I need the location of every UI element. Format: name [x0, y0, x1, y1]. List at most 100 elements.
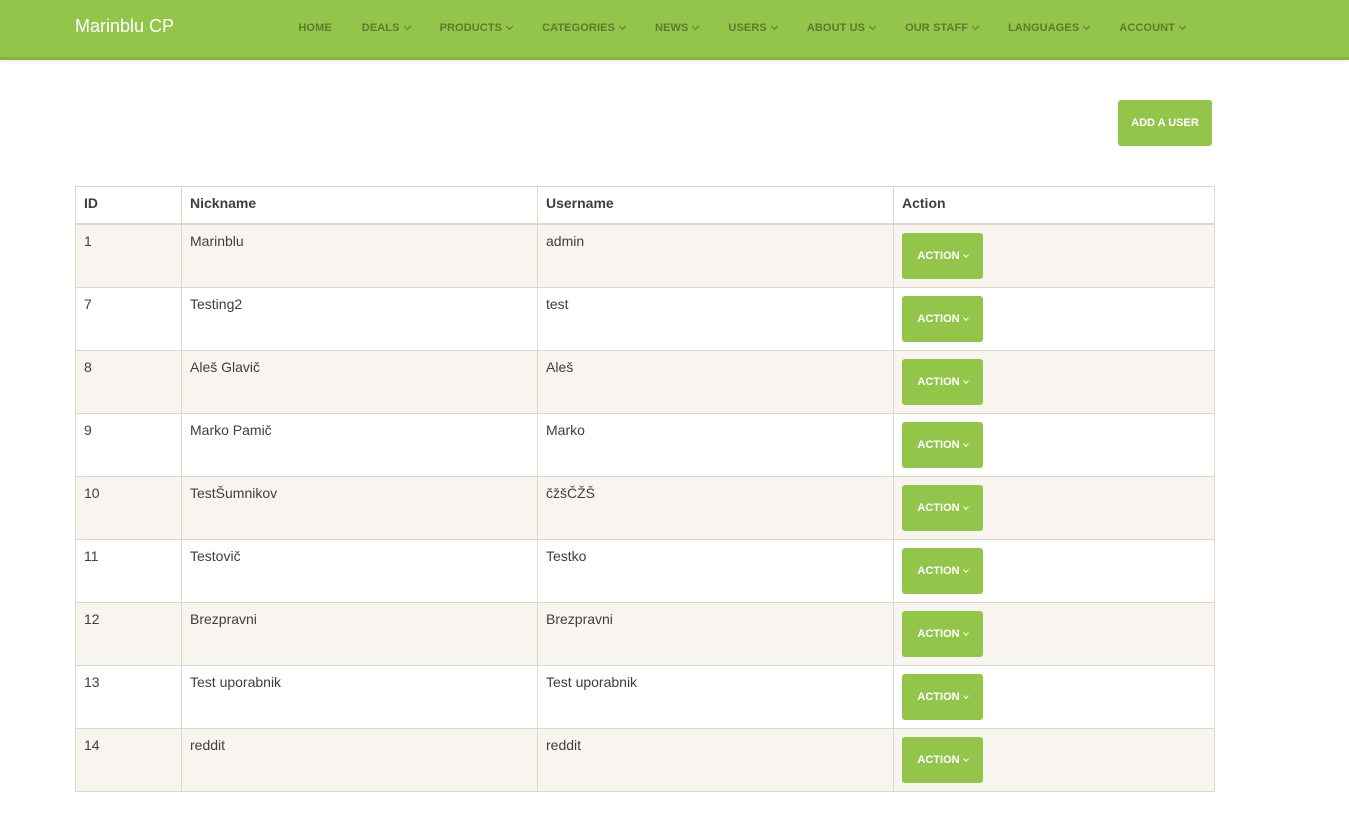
chevron-down-icon — [403, 22, 411, 31]
table-row: 8 Aleš Glavič Aleš ACTION — [75, 350, 1215, 414]
cell-action: ACTION — [893, 287, 1215, 351]
cell-id: 7 — [75, 287, 182, 351]
add-user-button[interactable]: ADD A USER — [1118, 100, 1212, 146]
chevron-down-icon — [962, 629, 969, 636]
nav-item-label: CATEGORIES — [542, 22, 616, 34]
action-dropdown-button[interactable]: ACTION — [902, 422, 983, 468]
action-dropdown-button[interactable]: ACTION — [902, 296, 983, 342]
chevron-down-icon — [962, 755, 969, 762]
nav-item-home[interactable]: HOME — [283, 0, 346, 57]
chevron-down-icon — [770, 22, 778, 31]
action-label: ACTION — [917, 691, 960, 703]
table-row: 1 Marinblu admin ACTION — [75, 223, 1215, 288]
nav-item-languages[interactable]: LANGUAGES — [993, 0, 1104, 57]
nav-item-label: OUR STAFF — [905, 22, 969, 34]
cell-action: ACTION — [893, 728, 1215, 792]
nav-item-about-us[interactable]: ABOUT US — [792, 0, 890, 57]
cell-action: ACTION — [893, 413, 1215, 477]
cell-id: 10 — [75, 476, 182, 540]
chevron-down-icon — [962, 314, 969, 321]
cell-nickname: Brezpravni — [181, 602, 538, 666]
nav-item-label: ABOUT US — [806, 22, 866, 34]
table-row: 14 reddit reddit ACTION — [75, 728, 1215, 792]
cell-nickname: reddit — [181, 728, 538, 792]
action-dropdown-button[interactable]: ACTION — [902, 674, 983, 720]
cell-action: ACTION — [893, 350, 1215, 414]
cell-username: Marko — [537, 413, 894, 477]
cell-id: 9 — [75, 413, 182, 477]
cell-username: Aleš — [537, 350, 894, 414]
action-label: ACTION — [917, 250, 960, 262]
action-dropdown-button[interactable]: ACTION — [902, 485, 983, 531]
cell-username: Test uporabnik — [537, 665, 894, 729]
action-label: ACTION — [917, 313, 960, 325]
nav-item-label: DEALS — [361, 22, 400, 34]
nav-item-categories[interactable]: CATEGORIES — [527, 0, 640, 57]
cell-nickname: TestŠumnikov — [181, 476, 538, 540]
header-id: ID — [75, 186, 182, 225]
cell-nickname: Marinblu — [181, 223, 538, 288]
action-label: ACTION — [917, 502, 960, 514]
cell-id: 11 — [75, 539, 182, 603]
chevron-down-icon — [962, 251, 969, 258]
chevron-down-icon — [869, 22, 877, 31]
cell-username: čžšČŽŠ — [537, 476, 894, 540]
nav-item-our-staff[interactable]: OUR STAFF — [890, 0, 993, 57]
cell-id: 14 — [75, 728, 182, 792]
nav-item-deals[interactable]: DEALS — [347, 0, 425, 57]
chevron-down-icon — [962, 377, 969, 384]
chevron-down-icon — [962, 566, 969, 573]
action-label: ACTION — [917, 376, 960, 388]
cell-username: Testko — [537, 539, 894, 603]
action-dropdown-button[interactable]: ACTION — [902, 611, 983, 657]
main-nav: HOME DEALS PRODUCTS CATEGORIES NEWS USERS ABOU… — [283, 0, 1200, 57]
action-label: ACTION — [917, 754, 960, 766]
action-label: ACTION — [917, 628, 960, 640]
brand-logo[interactable]: Marinblu CP — [75, 15, 174, 37]
table-row: 10 TestŠumnikov čžšČŽŠ ACTION — [75, 476, 1215, 540]
users-table: ID Nickname Username Action 1 Marinblu adm… — [75, 186, 1215, 792]
top-navbar: Marinblu CP HOME DEALS PRODUCTS CATEGORIES N… — [0, 0, 1349, 60]
cell-action: ACTION — [893, 223, 1215, 288]
action-dropdown-button[interactable]: ACTION — [902, 548, 983, 594]
nav-item-label: ACCOUNT — [1119, 22, 1175, 34]
nav-item-account[interactable]: ACCOUNT — [1104, 0, 1200, 57]
cell-username: test — [537, 287, 894, 351]
table-row: 11 Testovič Testko ACTION — [75, 539, 1215, 603]
chevron-down-icon — [962, 503, 969, 510]
chevron-down-icon — [1178, 22, 1187, 31]
chevron-down-icon — [962, 440, 969, 447]
table-row: 7 Testing2 test ACTION — [75, 287, 1215, 351]
nav-item-label: USERS — [728, 22, 767, 34]
cell-action: ACTION — [893, 665, 1215, 729]
header-nickname: Nickname — [181, 186, 538, 225]
table-row: 12 Brezpravni Brezpravni ACTION — [75, 602, 1215, 666]
chevron-down-icon — [618, 22, 627, 31]
cell-nickname: Testovič — [181, 539, 538, 603]
cell-nickname: Testing2 — [181, 287, 538, 351]
action-dropdown-button[interactable]: ACTION — [902, 233, 983, 279]
action-dropdown-button[interactable]: ACTION — [902, 737, 983, 783]
nav-item-news[interactable]: NEWS — [640, 0, 713, 57]
cell-id: 13 — [75, 665, 182, 729]
nav-item-products[interactable]: PRODUCTS — [425, 0, 528, 57]
action-label: ACTION — [917, 565, 960, 577]
chevron-down-icon — [1083, 22, 1091, 31]
cell-id: 1 — [75, 223, 182, 288]
nav-item-label: PRODUCTS — [439, 22, 503, 34]
action-dropdown-button[interactable]: ACTION — [902, 359, 983, 405]
cell-action: ACTION — [893, 539, 1215, 603]
cell-action: ACTION — [893, 476, 1215, 540]
cell-username: reddit — [537, 728, 894, 792]
cell-username: Brezpravni — [537, 602, 894, 666]
header-action: Action — [893, 186, 1215, 225]
table-row: 9 Marko Pamič Marko ACTION — [75, 413, 1215, 477]
cell-nickname: Test uporabnik — [181, 665, 538, 729]
nav-item-label: NEWS — [655, 22, 689, 34]
table-header-row: ID Nickname Username Action — [75, 186, 1215, 225]
cell-username: admin — [537, 223, 894, 288]
nav-item-users[interactable]: USERS — [713, 0, 791, 57]
cell-id: 12 — [75, 602, 182, 666]
cell-nickname: Marko Pamič — [181, 413, 538, 477]
users-table-body: 1 Marinblu admin ACTION 7 Testing2 test ACTION 8… — [75, 223, 1215, 792]
